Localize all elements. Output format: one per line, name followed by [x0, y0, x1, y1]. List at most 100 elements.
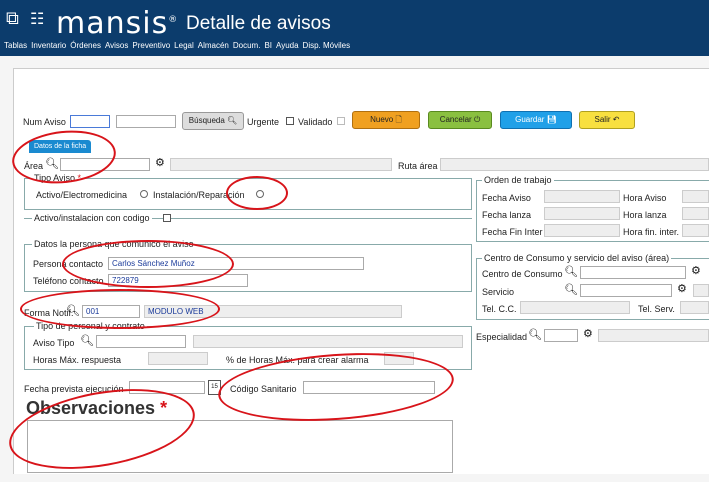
horas-max-label: Horas Máx. respuesta — [33, 355, 122, 365]
persona-contacto-label: Persona contacto — [33, 259, 104, 269]
search-icon[interactable]: 🔍︎ — [66, 306, 80, 317]
menu-item-docum[interactable]: Docum. — [233, 41, 261, 50]
servicio-input[interactable] — [580, 284, 672, 297]
cancelar-button[interactable]: Cancelar ⏻ — [428, 111, 492, 129]
fecha-lanza-label: Fecha lanza — [482, 210, 532, 220]
tab-datos-ficha[interactable]: Datos de la ficha — [29, 140, 92, 153]
salir-button[interactable]: Salir ↶ — [579, 111, 635, 129]
search-icon[interactable]: 🔍︎ — [564, 285, 578, 296]
forma-notif-code[interactable]: 001 — [82, 305, 140, 318]
hora-aviso-input — [682, 190, 709, 203]
hora-lanza-label: Hora lanza — [623, 210, 667, 220]
search-icon[interactable]: 🔍︎ — [45, 159, 59, 170]
grid-menu-icon[interactable]: ☷ — [30, 9, 44, 29]
hora-fin-label: Hora fin. inter. — [623, 227, 680, 237]
area-input[interactable] — [60, 158, 150, 171]
tipo-activo-radio[interactable] — [140, 190, 148, 198]
tipo-instalacion-radio[interactable] — [256, 190, 264, 198]
horas-max-input — [148, 352, 208, 365]
centro-consumo-input[interactable] — [580, 266, 686, 279]
tel-serv-input — [680, 301, 709, 314]
fecha-lanza-input — [544, 207, 620, 220]
fecha-prevista-input[interactable] — [129, 381, 205, 394]
num-aviso-label: Num Aviso — [23, 117, 66, 127]
centro-consumo-label: Centro de Consumo — [482, 269, 563, 279]
tel-serv-label: Tel. Serv. — [638, 304, 675, 314]
personal-legend: Tipo de personal y contrato — [34, 321, 147, 331]
exit-arrow-icon: ↶ — [612, 115, 620, 124]
ruta-area-input — [440, 158, 709, 171]
tel-cc-label: Tel. C.C. — [482, 304, 517, 314]
hora-aviso-label: Hora Aviso — [623, 193, 667, 203]
hora-lanza-input — [682, 207, 709, 220]
servicio-description — [693, 284, 709, 297]
save-icon: 💾︎ — [546, 115, 557, 124]
menu-item-inventario[interactable]: Inventario — [31, 41, 66, 50]
search-icon: 🔍︎ — [227, 116, 238, 125]
fecha-aviso-label: Fecha Aviso — [482, 193, 531, 203]
gear-icon[interactable]: ⚙ — [155, 158, 165, 169]
activo-codigo-checkbox[interactable] — [163, 214, 171, 222]
telefono-contacto-label: Teléfono contacto — [33, 276, 104, 286]
fecha-fin-input — [544, 224, 620, 237]
busqueda-button[interactable]: Búsqueda 🔍︎ — [182, 112, 244, 130]
centro-consumo-legend: Centro de Consumo y servicio del aviso (… — [482, 253, 672, 263]
fecha-aviso-input — [544, 190, 620, 203]
tel-cc-input — [520, 301, 630, 314]
pct-horas-label: % de Horas Máx. para crear alarma — [226, 355, 369, 365]
menu-item-ordenes[interactable]: Órdenes — [70, 41, 101, 50]
menu-item-legal[interactable]: Legal — [174, 41, 194, 50]
area-description — [170, 158, 392, 171]
tipo-instalacion-label: Instalación/Reparación — [153, 190, 245, 200]
num-aviso-input[interactable] — [70, 115, 110, 128]
telefono-contacto-input[interactable]: 722879 — [108, 274, 248, 287]
gear-icon[interactable]: ⚙ — [677, 284, 687, 295]
codigo-sanitario-label: Código Sanitario — [230, 384, 297, 394]
menu-item-ayuda[interactable]: Ayuda — [276, 41, 299, 50]
persona-contacto-input[interactable]: Carlos Sánchez Muñoz — [108, 257, 364, 270]
menu-item-avisos[interactable]: Avisos — [105, 41, 128, 50]
activo-codigo-label: Activo/instalacion con codigo — [32, 213, 152, 223]
validado-label: Validado — [298, 117, 333, 127]
hora-fin-input — [682, 224, 709, 237]
search-icon[interactable]: 🔍︎ — [564, 267, 578, 278]
especialidad-description — [598, 329, 709, 342]
aviso-tipo-input[interactable] — [96, 335, 186, 348]
fecha-prevista-label: Fecha prevista ejecución — [24, 384, 124, 394]
codigo-sanitario-input[interactable] — [303, 381, 435, 394]
external-link-icon[interactable]: ⧉ — [6, 8, 19, 29]
orden-trabajo-legend: Orden de trabajo — [482, 175, 554, 185]
search-icon[interactable]: 🔍︎ — [528, 330, 542, 341]
menu-item-preventivo[interactable]: Preventivo — [132, 41, 170, 50]
page-title: Detalle de avisos — [186, 13, 331, 34]
main-menu: Tablas Inventario Órdenes Avisos Preventivo L… — [4, 41, 354, 50]
brand-logo: mansis® — [56, 6, 179, 41]
menu-item-disp-moviles[interactable]: Disp. Móviles — [303, 41, 351, 50]
gear-icon[interactable]: ⚙ — [583, 329, 593, 340]
aviso-tipo-label: Aviso Tipo — [33, 338, 75, 348]
calendar-icon[interactable]: 15 — [208, 380, 221, 395]
forma-notif-value: MODULO WEB — [144, 305, 402, 318]
observaciones-textarea[interactable] — [27, 420, 453, 473]
observaciones-label: Observaciones * — [26, 398, 168, 418]
menu-item-almacen[interactable]: Almacén — [198, 41, 229, 50]
especialidad-input[interactable] — [544, 329, 578, 342]
fecha-fin-label: Fecha Fin Inter — [482, 227, 543, 237]
num-aviso-input-2[interactable] — [116, 115, 176, 128]
especialidad-label: Especialidad — [476, 332, 528, 342]
gear-icon[interactable]: ⚙ — [691, 266, 701, 277]
pct-horas-input — [384, 352, 414, 365]
persona-legend: Datos la persona que comunicó el aviso — [32, 239, 196, 249]
tipo-activo-label: Activo/Electromedicina — [36, 190, 128, 200]
menu-item-bi[interactable]: BI — [264, 41, 272, 50]
nuevo-button[interactable]: Nuevo 🗋 — [352, 111, 420, 129]
area-label: Área — [24, 161, 44, 171]
search-icon[interactable]: 🔍︎ — [80, 336, 94, 347]
validado-checkbox[interactable] — [337, 117, 345, 125]
aviso-tipo-description — [193, 335, 463, 348]
urgente-checkbox[interactable] — [286, 117, 294, 125]
menu-item-tablas[interactable]: Tablas — [4, 41, 27, 50]
tipo-aviso-legend: Tipo Aviso * — [32, 173, 84, 183]
app-header: ⧉ ☷ mansis® Detalle de avisos Tablas Inve… — [0, 0, 709, 56]
guardar-button[interactable]: Guardar 💾︎ — [500, 111, 572, 129]
